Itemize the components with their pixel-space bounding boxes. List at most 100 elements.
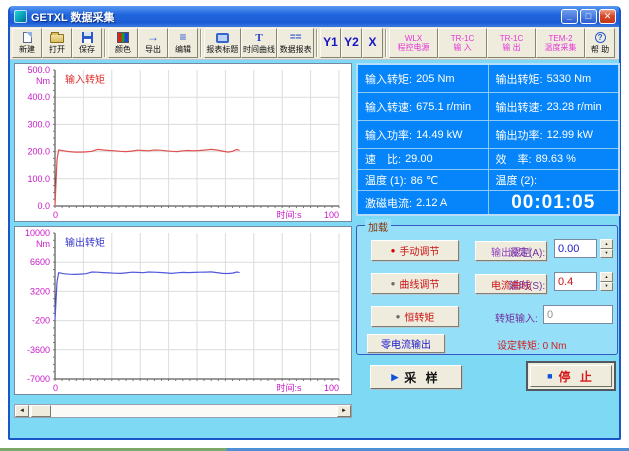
data-report-icon: == <box>290 32 302 44</box>
horizontal-scrollbar[interactable]: ◄ ► <box>14 404 352 418</box>
measure-value: 86 ℃ <box>411 174 439 187</box>
data-report-button[interactable]: == 数据报表 <box>277 28 314 58</box>
radio-label: 曲线调节 <box>399 276 439 291</box>
radio-label: 手动调节 <box>399 243 439 258</box>
new-button-label: 新建 <box>19 45 35 54</box>
svg-text:Nm: Nm <box>36 76 50 86</box>
toolbar-separator <box>200 29 202 57</box>
report-panel-icon <box>216 33 229 43</box>
minimize-button[interactable]: _ <box>561 9 578 24</box>
load-group-title: 加载 <box>365 219 391 234</box>
restore-button[interactable]: □ <box>580 9 597 24</box>
svg-text:0: 0 <box>53 210 58 220</box>
chart-input-torque: 500.0400.0300.0200.0100.00.0Nm输入转矩0时间:s1… <box>14 63 352 222</box>
radio-dot-icon: ● <box>391 247 396 255</box>
measure-value: 23.28 r/min <box>547 101 602 113</box>
help-button[interactable]: ? 帮 助 <box>585 28 615 58</box>
set-current-spinner: ▲ ▼ <box>600 239 613 258</box>
svg-text:300.0: 300.0 <box>27 119 50 129</box>
y1-axis-button[interactable]: Y1 <box>320 28 341 58</box>
spin-down-icon[interactable]: ▼ <box>600 249 613 259</box>
svg-text:3200: 3200 <box>30 286 50 296</box>
save-button[interactable]: 保存 <box>72 28 102 58</box>
elapsed-time: 00:01:05 <box>489 191 619 214</box>
y2-axis-button[interactable]: Y2 <box>341 28 362 58</box>
svg-text:输入转矩: 输入转矩 <box>65 73 105 86</box>
measure-value: 205 Nm <box>416 73 455 85</box>
export-button[interactable]: → 导出 <box>138 28 168 58</box>
measure-label: 温度 (2): <box>496 172 538 188</box>
delay-label: 延时(S): <box>509 277 545 292</box>
zero-current-output-button[interactable]: 零电流输出 <box>367 334 445 353</box>
radio-manual-adjust[interactable]: ● 手动调节 <box>371 240 459 261</box>
radio-curve-adjust[interactable]: ● 曲线调节 <box>371 273 459 294</box>
tem2-temperature-button[interactable]: TEM-2 温度采集 <box>536 28 585 58</box>
svg-text:输出转矩: 输出转矩 <box>65 236 105 249</box>
open-folder-icon <box>50 34 64 43</box>
stop-square-icon: ■ <box>547 371 552 381</box>
measure-input-power: 输入功率: 14.49 kW <box>358 121 488 148</box>
tr1c-input-button[interactable]: TR-1C 输 入 <box>438 28 487 58</box>
radio-dot-icon: ● <box>391 280 396 288</box>
spin-up-icon[interactable]: ▲ <box>600 239 613 249</box>
client-area: 500.0400.0300.0200.0100.00.0Nm输入转矩0时间:s1… <box>10 60 619 440</box>
device-line2: 输 出 <box>502 43 520 52</box>
measure-label: 输入转速: <box>365 99 412 115</box>
svg-text:Nm: Nm <box>36 239 50 249</box>
radio-constant-torque[interactable]: ● 恒转矩 <box>371 306 459 327</box>
svg-text:200.0: 200.0 <box>27 147 50 157</box>
measure-efficiency: 效 率: 89.63 % <box>489 149 619 169</box>
stop-button-label: 停 止 <box>559 368 595 385</box>
svg-text:时间:s: 时间:s <box>277 209 303 220</box>
svg-text:500.0: 500.0 <box>27 65 50 75</box>
measure-label: 输出转矩: <box>496 71 543 87</box>
scroll-right-button[interactable]: ► <box>337 405 351 417</box>
toolbar: 新建 打开 保存 颜色 → 导出 ≡ 编辑 报表标题 T 时间曲 <box>10 27 619 60</box>
measure-input-speed: 输入转速: 675.1 r/min <box>358 93 488 120</box>
stop-button[interactable]: ■ 停 止 <box>530 365 612 387</box>
edit-lines-icon: ≡ <box>179 32 186 44</box>
help-icon: ? <box>595 32 606 43</box>
set-current-field[interactable]: 0.00 <box>554 239 597 258</box>
open-button[interactable]: 打开 <box>42 28 72 58</box>
delay-spinner: ▲ ▼ <box>600 272 613 291</box>
time-curve-button[interactable]: T 时间曲线 <box>241 28 278 58</box>
torque-input-field[interactable]: 0 <box>543 305 613 324</box>
measure-value: 29.00 <box>405 153 433 165</box>
scroll-thumb[interactable] <box>31 405 51 417</box>
measure-value: 675.1 r/min <box>416 101 471 113</box>
report-title-button[interactable]: 报表标题 <box>204 28 241 58</box>
window-title: GETXL 数据采集 <box>31 9 561 25</box>
measure-excitation-current: 激磁电流: 2.12 A <box>358 191 488 214</box>
x-axis-button[interactable]: X <box>362 28 383 58</box>
play-icon: ▶ <box>391 372 398 383</box>
spin-up-icon[interactable]: ▲ <box>600 272 613 282</box>
toolbar-separator <box>104 29 106 57</box>
svg-text:400.0: 400.0 <box>27 92 50 102</box>
color-button[interactable]: 颜色 <box>108 28 138 58</box>
svg-text:6600: 6600 <box>30 257 50 267</box>
measure-value: 5330 Nm <box>547 73 592 85</box>
close-icon[interactable]: ✕ <box>599 9 616 24</box>
wlx-power-supply-button[interactable]: WLX 程控电源 <box>389 28 438 58</box>
measure-label: 激磁电流: <box>365 195 412 211</box>
open-button-label: 打开 <box>49 45 65 54</box>
device-line2: 输 入 <box>453 43 471 52</box>
sample-button[interactable]: ▶ 采 样 <box>370 365 462 389</box>
time-curve-icon: T <box>255 32 262 44</box>
scroll-left-button[interactable]: ◄ <box>15 405 29 417</box>
device-line1: TR-1C <box>451 34 475 43</box>
measure-speed-ratio: 速 比: 29.00 <box>358 149 488 169</box>
svg-text:100.0: 100.0 <box>27 174 50 184</box>
edit-button[interactable]: ≡ 编辑 <box>168 28 198 58</box>
new-button[interactable]: 新建 <box>12 28 42 58</box>
svg-text:-7000: -7000 <box>27 374 50 384</box>
spin-down-icon[interactable]: ▼ <box>600 282 613 292</box>
scroll-track[interactable] <box>29 405 337 417</box>
measure-value: 89.63 % <box>536 153 576 165</box>
tr1c-output-button[interactable]: TR-1C 输 出 <box>487 28 536 58</box>
set-torque-readout: 设定转矩: 0 Nm <box>497 337 566 352</box>
titlebar[interactable]: GETXL 数据采集 _ □ ✕ <box>10 6 619 27</box>
delay-field[interactable]: 0.4 <box>554 272 597 291</box>
toolbar-separator <box>316 29 318 57</box>
